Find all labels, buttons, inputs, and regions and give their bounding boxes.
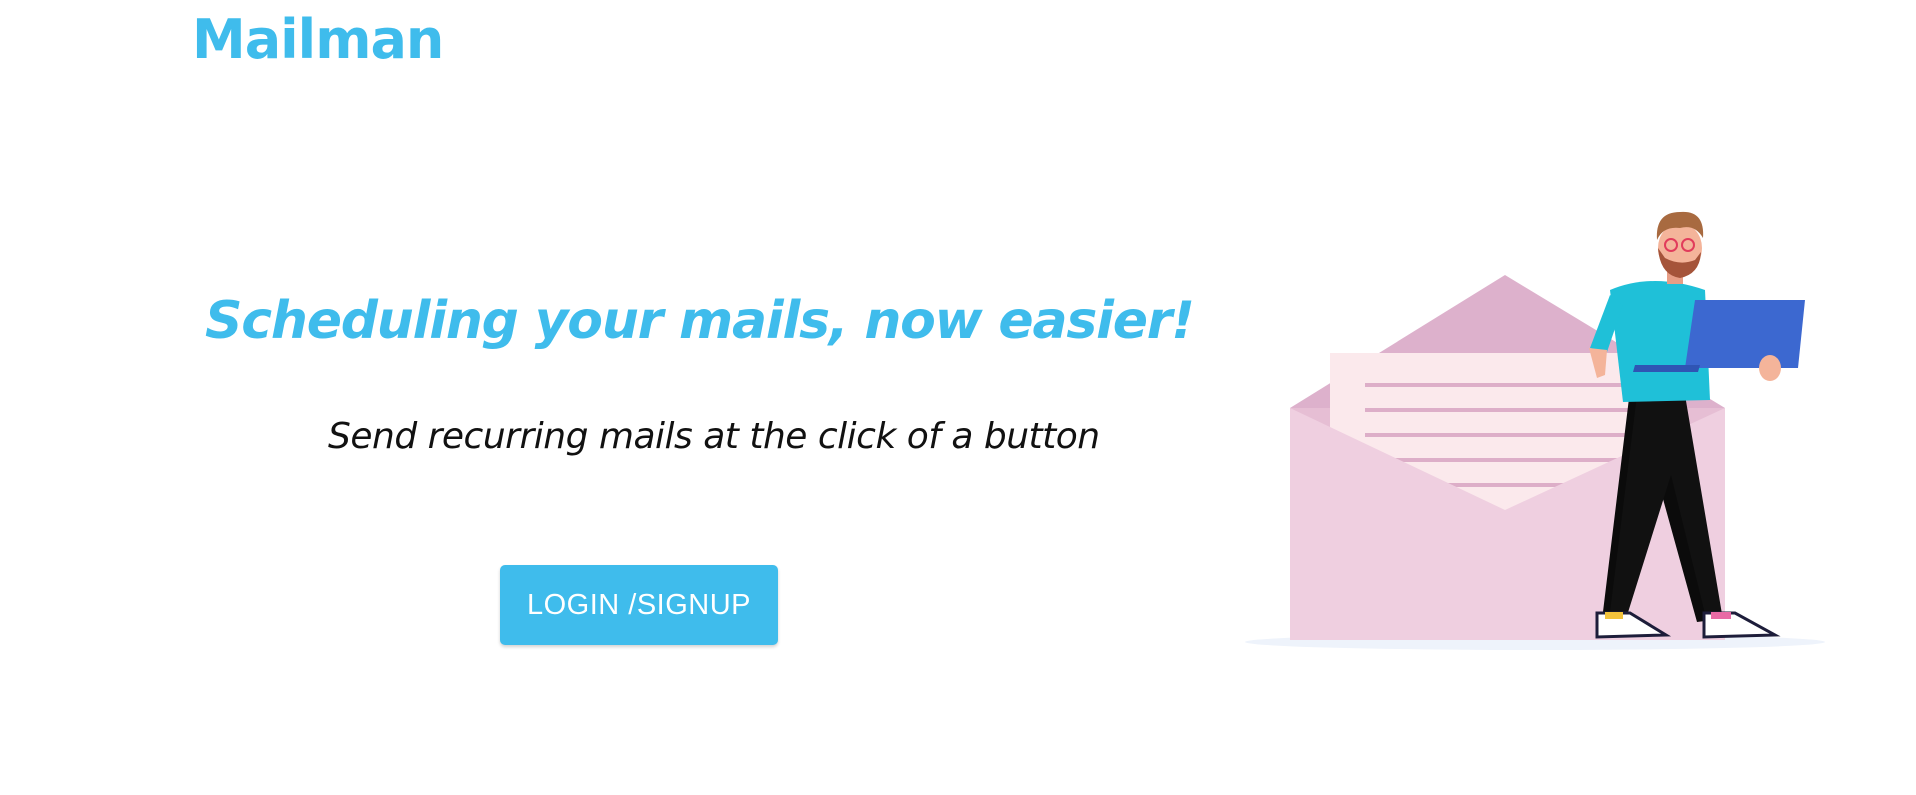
hero-subtitle: Send recurring mails at the click of a b… bbox=[328, 416, 1100, 457]
brand-logo[interactable]: Mailman bbox=[192, 8, 444, 73]
login-signup-button[interactable]: LOGIN /SIGNUP bbox=[500, 565, 778, 645]
landing-page: Mailman Scheduling your mails, now easie… bbox=[0, 0, 1916, 795]
man-with-laptop-and-envelope-illustration bbox=[1245, 211, 1825, 650]
hero-headline: Scheduling your mails, now easier! bbox=[205, 291, 1195, 351]
